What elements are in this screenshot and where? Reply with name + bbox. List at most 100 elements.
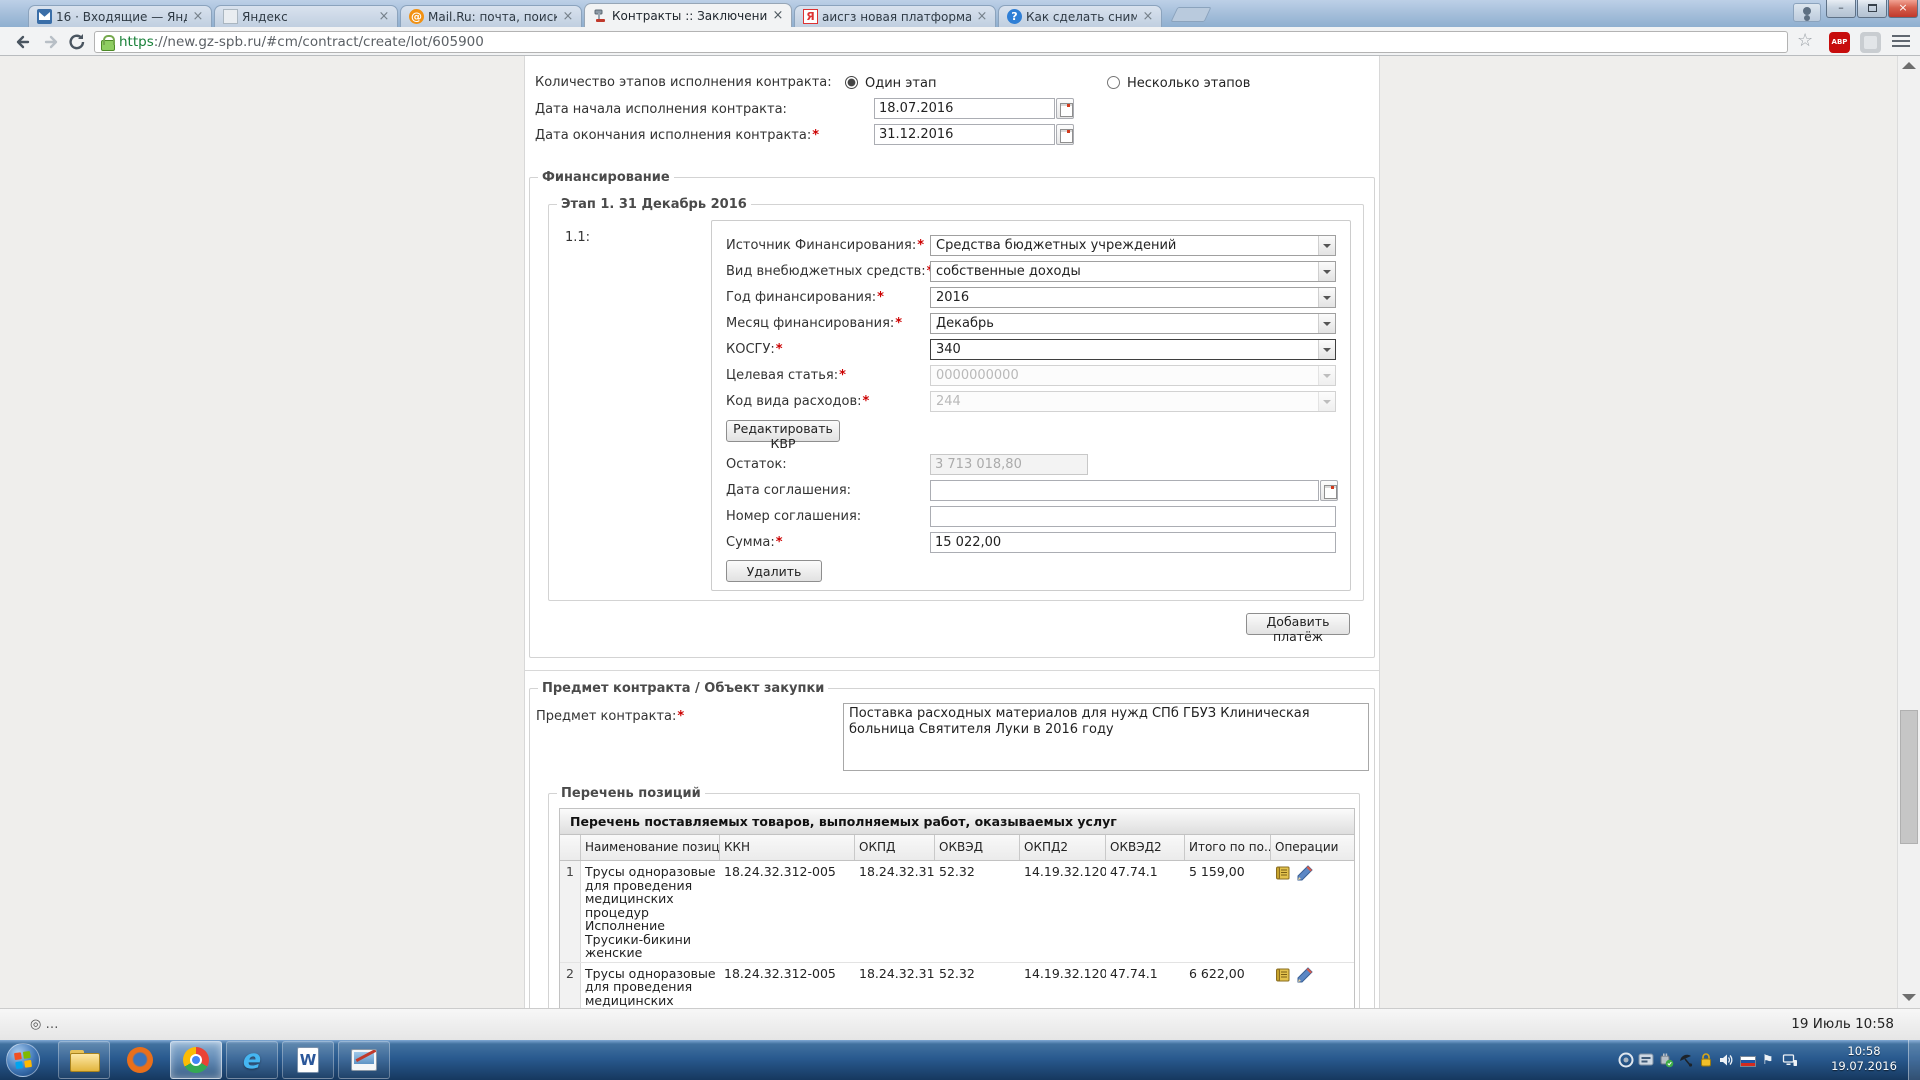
radio-multi-stage[interactable] xyxy=(1107,76,1120,89)
window-close-button[interactable]: × xyxy=(1888,0,1918,18)
mailru-at-icon: @ xyxy=(409,9,424,24)
tab-yandex-mail[interactable]: 16 · Входящие — Яндекс. × xyxy=(28,5,212,27)
rest-value: 3 713 018,80 xyxy=(930,454,1088,475)
clock-time: 10:58 xyxy=(1831,1044,1897,1059)
date-start-label: Дата начала исполнения контракта: xyxy=(535,102,787,117)
section-divider xyxy=(525,670,1380,671)
reload-button[interactable] xyxy=(66,31,88,53)
tab-close-icon[interactable]: × xyxy=(1141,10,1155,24)
col-header-okved: ОКВЭД xyxy=(935,835,1020,860)
chevron-down-icon xyxy=(1318,262,1335,281)
col-header-name: Наименование позиции xyxy=(581,835,720,860)
show-desktop-button[interactable] xyxy=(1908,1040,1920,1080)
source-label: Источник Финансирования:* xyxy=(726,238,924,253)
tray-volume-icon[interactable] xyxy=(1718,1052,1735,1069)
calendar-button[interactable] xyxy=(1320,480,1338,501)
payment-fields-box: Источник Финансирования:* Средства бюдже… xyxy=(711,220,1351,591)
radio-multi-stage-label: Несколько этапов xyxy=(1127,76,1250,91)
taskbar-clock[interactable]: 10:58 19.07.2016 xyxy=(1831,1044,1897,1074)
tab-contracts-active[interactable]: Контракты :: Заключение × xyxy=(584,3,792,27)
scrollbar-thumb[interactable] xyxy=(1900,710,1918,844)
tab-aisgz[interactable]: Я аисгз новая платформа - × xyxy=(794,5,996,27)
agreement-number-input[interactable] xyxy=(930,506,1336,527)
subject-textarea[interactable]: Поставка расходных материалов для нужд С… xyxy=(843,703,1369,771)
new-tab-button[interactable] xyxy=(1171,7,1212,22)
taskbar-paint-button[interactable] xyxy=(338,1041,390,1079)
scroll-icon[interactable] xyxy=(1275,967,1292,984)
https-lock-icon xyxy=(101,35,113,49)
target-article-select: 0000000000 xyxy=(930,365,1336,386)
add-payment-button[interactable]: Добавить платёж xyxy=(1246,613,1350,635)
col-header-operations: Операции xyxy=(1271,835,1354,860)
tab-close-icon[interactable]: × xyxy=(561,10,575,24)
scroll-down-arrow-icon[interactable] xyxy=(1902,994,1916,1001)
taskbar-explorer-button[interactable] xyxy=(58,1041,110,1079)
scroll-icon[interactable] xyxy=(1275,865,1292,882)
start-button[interactable] xyxy=(6,1043,40,1077)
calendar-button[interactable] xyxy=(1056,124,1074,145)
month-select[interactable]: Декабрь xyxy=(930,313,1336,334)
clock-date: 19.07.2016 xyxy=(1831,1059,1897,1074)
bookmark-star-icon[interactable]: ☆ xyxy=(1797,30,1813,51)
source-select[interactable]: Средства бюджетных учреждений xyxy=(930,235,1336,256)
tab-title: Как сделать снимок экра xyxy=(1026,10,1137,24)
stage-fieldset: Этап 1. 31 Декабрь 2016 1.1: Источник Фи… xyxy=(548,204,1364,601)
tab-yandex[interactable]: Яндекс × xyxy=(214,5,398,27)
back-button[interactable] xyxy=(12,31,34,53)
chrome-menu-icon[interactable] xyxy=(1892,35,1910,37)
tab-close-icon[interactable]: × xyxy=(975,10,989,24)
tray-satellite-icon[interactable] xyxy=(1678,1052,1695,1069)
year-select[interactable]: 2016 xyxy=(930,287,1336,308)
address-bar[interactable]: https://new.gz-spb.ru/#cm/contract/creat… xyxy=(94,31,1788,53)
taskbar-firefox-button[interactable] xyxy=(114,1041,166,1079)
date-end-input[interactable] xyxy=(874,124,1055,145)
chevron-down-icon xyxy=(1318,392,1335,411)
chrome-icon xyxy=(183,1047,209,1073)
year-label: Год финансирования:* xyxy=(726,290,884,305)
page-viewport: Количество этапов исполнения контракта: … xyxy=(0,56,1920,1008)
chevron-down-icon xyxy=(1318,288,1335,307)
profile-button[interactable] xyxy=(1793,3,1821,22)
agreement-date-input[interactable] xyxy=(930,480,1319,501)
tray-russian-flag-icon[interactable] xyxy=(1740,1052,1757,1069)
tab-mailru[interactable]: @ Mail.Ru: почта, поиск в и × xyxy=(400,5,582,27)
adblock-extension-icon[interactable]: ABP xyxy=(1829,32,1850,53)
taskbar-ie-button[interactable]: e xyxy=(226,1041,278,1079)
window-maximize-button[interactable] xyxy=(1857,0,1887,18)
kvr-select: 244 xyxy=(930,391,1336,412)
tray-action-center-flag-icon[interactable]: ⚑ xyxy=(1762,1052,1779,1069)
extension-icon[interactable] xyxy=(1860,32,1881,53)
maximize-icon xyxy=(1868,4,1877,12)
tab-close-icon[interactable]: × xyxy=(377,10,391,24)
tray-network-icon[interactable] xyxy=(1782,1052,1799,1069)
tray-program-icon[interactable] xyxy=(1618,1052,1635,1069)
edit-pencil-icon[interactable] xyxy=(1296,967,1313,984)
edit-pencil-icon[interactable] xyxy=(1296,865,1313,882)
scroll-up-arrow-icon[interactable] xyxy=(1902,62,1916,69)
tab-close-icon[interactable]: × xyxy=(771,9,785,23)
taskbar-chrome-button-active[interactable] xyxy=(170,1041,222,1079)
delete-payment-button[interactable]: Удалить xyxy=(726,560,822,582)
agreement-number-label: Номер соглашения: xyxy=(726,509,861,524)
date-start-input[interactable] xyxy=(874,98,1055,119)
kosgu-select[interactable]: 340 xyxy=(930,339,1336,360)
stage-legend: Этап 1. 31 Декабрь 2016 xyxy=(557,197,751,212)
window-minimize-button[interactable]: – xyxy=(1826,0,1856,18)
desktop: 16 · Входящие — Яндекс. × Яндекс × @ Mai… xyxy=(0,0,1920,1080)
calendar-button[interactable] xyxy=(1056,98,1074,119)
forward-button[interactable] xyxy=(40,31,62,53)
radio-one-stage[interactable] xyxy=(845,76,858,89)
tab-close-icon[interactable]: × xyxy=(191,10,205,24)
col-header-total: Итого по по... xyxy=(1185,835,1271,860)
tab-screenshot-help[interactable]: ? Как сделать снимок экра × xyxy=(998,5,1162,27)
items-table-title: Перечень поставляемых товаров, выполняем… xyxy=(560,809,1354,835)
tray-language-icon[interactable] xyxy=(1638,1052,1655,1069)
taskbar-word-button[interactable]: W xyxy=(282,1041,334,1079)
tray-lock-icon[interactable] xyxy=(1698,1052,1715,1069)
edit-kvr-button[interactable]: Редактировать КВР xyxy=(726,420,840,442)
tray-usb-icon[interactable] xyxy=(1658,1052,1675,1069)
items-list-fieldset: Перечень позиций Перечень поставляемых т… xyxy=(548,793,1360,1008)
sum-input[interactable] xyxy=(930,532,1336,553)
extra-funds-select[interactable]: собственные доходы xyxy=(930,261,1336,282)
vertical-scrollbar[interactable] xyxy=(1897,56,1920,1008)
